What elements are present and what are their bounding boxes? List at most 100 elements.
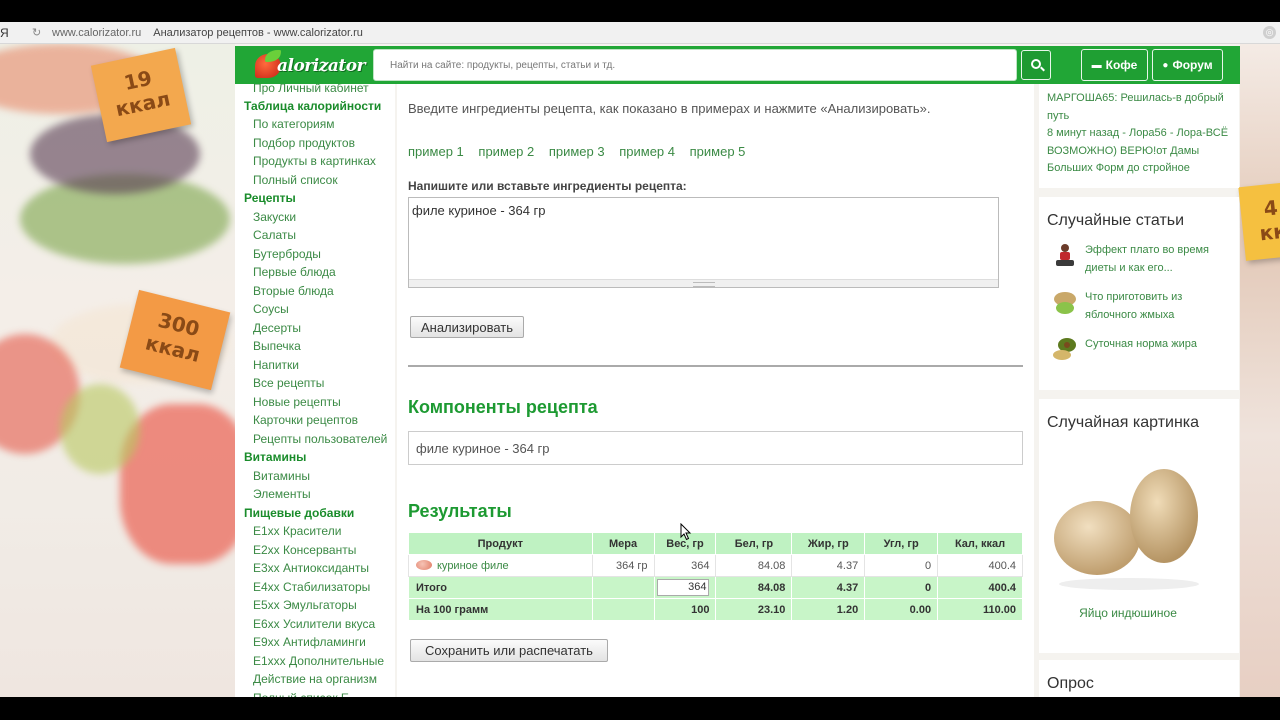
sidebar-section-heading[interactable]: Пищевые добавки (244, 506, 354, 520)
sidebar-item[interactable]: Рецепты пользователей (253, 432, 387, 446)
save-print-button[interactable]: Сохранить или распечатать (410, 639, 608, 662)
protect-icon[interactable]: ◎ (1263, 26, 1276, 39)
example-link-3[interactable]: пример 3 (549, 144, 605, 159)
turkey-egg-image[interactable] (1049, 444, 1229, 599)
activity-item[interactable]: МАРГОША65: Решилась-в добрый путь (1047, 90, 1237, 125)
example-link-4[interactable]: пример 4 (619, 144, 675, 159)
sidebar-item[interactable]: Десерты (253, 321, 301, 335)
site-header: alorizator Найти на сайте: продукты, рец… (235, 46, 1240, 84)
sidebar-item[interactable]: Вторые блюда (253, 284, 334, 298)
search-placeholder: Найти на сайте: продукты, рецепты, стать… (390, 60, 616, 71)
sidebar-item[interactable]: E3xx Антиоксиданты (253, 561, 369, 575)
sidebar-item[interactable]: Закуски (253, 210, 296, 224)
total-row: Итого 364 84.08 4.37 0 400.4 (408, 576, 1023, 599)
sidebar-item[interactable]: Напитки (253, 358, 299, 372)
total-label: Итого (408, 576, 593, 599)
sidebar-item[interactable]: E9xx Антифламинги (253, 635, 366, 649)
col-header: Кал, ккал (937, 532, 1023, 555)
search-icon-handle (1040, 66, 1045, 72)
sidebar-item[interactable]: Карточки рецептов (253, 413, 358, 427)
yandex-logo[interactable]: Я (0, 26, 12, 40)
empty-cell (591, 598, 655, 621)
sidebar-item[interactable]: Элементы (253, 487, 311, 501)
per100-kcal-cell: 110.00 (937, 598, 1023, 621)
example-link-2[interactable]: пример 2 (478, 144, 534, 159)
per100-protein-cell: 23.10 (715, 598, 793, 621)
col-header: Жир, гр (791, 532, 866, 555)
sidebar-item[interactable]: Все рецепты (253, 376, 324, 390)
article-link[interactable]: Эффект плато во время диеты и как его... (1085, 242, 1225, 277)
picture-caption[interactable]: Яйцо индюшиное (1039, 606, 1217, 620)
total-weight-cell: 364 (653, 576, 717, 599)
sidebar-item[interactable]: Выпечка (253, 339, 301, 353)
coffee-button[interactable]: ▬ Кофе (1081, 49, 1148, 81)
coffee-icon: ▬ (1091, 59, 1102, 71)
resize-handle[interactable] (409, 279, 998, 287)
sidebar-item[interactable]: E2xx Консерванты (253, 543, 356, 557)
sidebar-item[interactable]: E6xx Усилители вкуса (253, 617, 375, 631)
left-sidebar-menu: Про Личный кабинет Таблица калорийности По… (235, 84, 395, 697)
ingredients-label: Напишите или вставьте ингредиенты рецепт… (408, 179, 687, 193)
sidebar-item[interactable]: Действие на организм (253, 672, 377, 686)
analyze-button[interactable]: Анализировать (410, 316, 524, 338)
table-row: куриное филе 364 гр 364 84.08 4.37 0 400… (408, 554, 1023, 577)
empty-cell (591, 576, 655, 599)
coffee-label: Кофе (1105, 58, 1138, 72)
browser-top-strip (0, 0, 1280, 22)
product-name[interactable]: куриное филе (437, 560, 509, 572)
sidebar-item[interactable]: Соусы (253, 302, 289, 316)
article-link[interactable]: Суточная норма жира (1085, 336, 1225, 354)
per100-carbs-cell: 0.00 (864, 598, 939, 621)
apple-pulp-thumbnail-icon (1054, 292, 1076, 314)
sidebar-section-heading[interactable]: Рецепты (244, 191, 296, 205)
sidebar-item[interactable]: Продукты в картинках (253, 154, 376, 168)
site-logo[interactable]: alorizator (255, 50, 366, 80)
total-protein-cell: 84.08 (715, 576, 793, 599)
page-title: Анализатор рецептов - www.calorizator.ru (153, 26, 363, 39)
forum-label: Форум (1172, 58, 1213, 72)
sidebar-item[interactable]: Салаты (253, 228, 296, 242)
sidebar-item[interactable]: Подбор продуктов (253, 136, 355, 150)
sidebar-item[interactable]: Витамины (253, 469, 310, 483)
product-cell[interactable]: куриное филе (408, 554, 593, 577)
results-table: Продукт Мера Вес, гр Бел, гр Жир, гр Угл… (408, 532, 1023, 621)
intro-text: Введите ингредиенты рецепта, как показан… (408, 101, 931, 116)
total-weight-input[interactable]: 364 (657, 579, 710, 596)
search-button[interactable] (1021, 50, 1051, 80)
protein-cell: 84.08 (715, 554, 793, 577)
sidebar-item[interactable]: E4xx Стабилизаторы (253, 580, 370, 594)
results-heading: Результаты (408, 501, 512, 521)
sidebar-item[interactable]: E5xx Эмульгаторы (253, 598, 357, 612)
per100-fat-cell: 1.20 (791, 598, 866, 621)
sidebar-section-heading[interactable]: Витамины (244, 450, 306, 464)
example-links: пример 1 пример 2 пример 3 пример 4 прим… (408, 144, 756, 159)
sidebar-item[interactable]: Новые рецепты (253, 395, 341, 409)
mouse-cursor-icon (680, 523, 692, 541)
kcal-cell: 400.4 (937, 554, 1023, 577)
ingredients-value: филе куриное - 364 гр (412, 203, 546, 218)
address-url[interactable]: www.calorizator.ru (52, 27, 141, 39)
section-divider (408, 365, 1023, 367)
ingredients-textarea[interactable]: филе куриное - 364 гр (408, 197, 999, 288)
total-carbs-cell: 0 (864, 576, 939, 599)
example-link-1[interactable]: пример 1 (408, 144, 464, 159)
browser-address-bar[interactable]: Я ↻ www.calorizator.ru Анализатор рецепт… (0, 22, 1280, 44)
sidebar-item[interactable]: E1xx Красители (253, 524, 341, 538)
measure-cell: 364 гр (591, 554, 655, 577)
sidebar-item[interactable]: По категориям (253, 117, 335, 131)
article-link[interactable]: Что приготовить из яблочного жмыха (1085, 289, 1225, 324)
sidebar-item[interactable]: Первые блюда (253, 265, 336, 279)
activity-item[interactable]: 8 минут назад - Лора56 - Лора-ВСЁ ВОЗМОЖ… (1047, 125, 1239, 178)
fat-cell: 4.37 (791, 554, 866, 577)
carbs-cell: 0 (864, 554, 939, 577)
reload-icon[interactable]: ↻ (32, 26, 46, 39)
sidebar-item[interactable]: E1xxx Дополнительные (253, 654, 384, 668)
random-picture-heading: Случайная картинка (1047, 414, 1200, 431)
sidebar-item[interactable]: Полный список (253, 173, 338, 187)
site-search-input[interactable]: Найти на сайте: продукты, рецепты, стать… (373, 49, 1017, 81)
example-link-5[interactable]: пример 5 (690, 144, 746, 159)
forum-button[interactable]: ● Форум (1152, 49, 1223, 81)
sidebar-item[interactable]: Бутерброды (253, 247, 321, 261)
sidebar-item[interactable]: Про Личный кабинет (253, 84, 369, 95)
sidebar-section-heading[interactable]: Таблица калорийности (244, 99, 381, 113)
